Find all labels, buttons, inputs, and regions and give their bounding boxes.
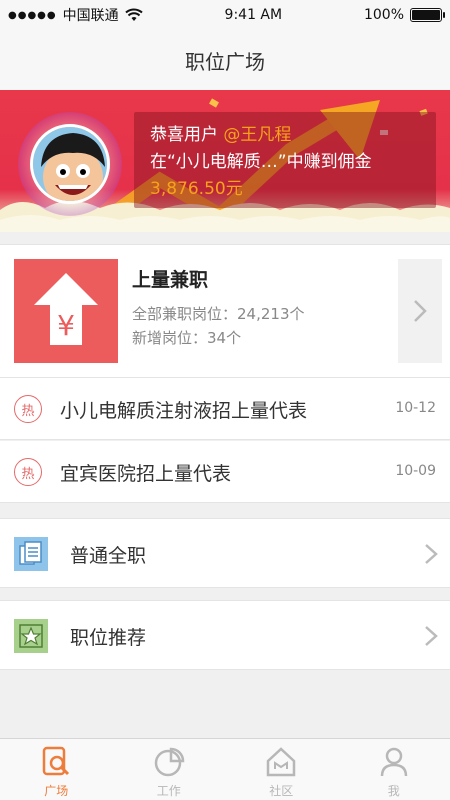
carrier-label: 中国联通 bbox=[62, 8, 119, 24]
tab-label: 广场 bbox=[44, 784, 69, 798]
promo-banner[interactable]: 恭喜用户 @王凡程 在“小儿电解质…”中赚到佣金 3,876.50元 bbox=[0, 90, 450, 232]
hot-badge: 热 bbox=[14, 458, 42, 486]
search-doc-icon bbox=[43, 746, 70, 776]
menu-item-fulltime[interactable]: 普通全职 bbox=[0, 518, 450, 588]
svg-text:¥: ¥ bbox=[57, 309, 75, 342]
yen-arrow-icon: ¥ bbox=[34, 273, 98, 345]
tab-plaza[interactable]: 广场 bbox=[0, 739, 113, 800]
status-right: 100% bbox=[363, 7, 445, 23]
tab-community[interactable]: 社区 bbox=[225, 739, 338, 800]
list-item-title: 小儿电解质注射液招上量代表 bbox=[60, 400, 308, 422]
chevron-right-icon bbox=[414, 300, 427, 322]
commission-card: 恭喜用户 @王凡程 在“小儿电解质…”中赚到佣金 3,876.50元 bbox=[134, 112, 436, 208]
new-positions: 新增岗位：34个 bbox=[132, 329, 242, 347]
part-time-title: 上量兼职 bbox=[132, 269, 209, 291]
list-item-date: 10-09 bbox=[395, 463, 436, 479]
tab-work[interactable]: 工作 bbox=[113, 739, 226, 800]
document-icon bbox=[14, 537, 48, 571]
chevron-right-icon bbox=[425, 626, 438, 646]
status-time: 9:41 AM bbox=[224, 7, 283, 23]
commission-line1: 恭喜用户 @王凡程 bbox=[150, 122, 420, 149]
total-positions: 全部兼职岗位：24,213个 bbox=[132, 305, 305, 323]
avatar[interactable] bbox=[30, 124, 110, 204]
menu-item-label: 普通全职 bbox=[70, 545, 147, 567]
pie-chart-icon bbox=[154, 747, 185, 777]
tab-label: 社区 bbox=[269, 784, 294, 798]
chevron-right-icon bbox=[425, 544, 438, 564]
battery-label: 100% bbox=[363, 7, 404, 23]
list-item[interactable]: 热 宜宾医院招上量代表 10-09 bbox=[0, 441, 450, 503]
tab-label: 工作 bbox=[156, 784, 181, 798]
list-item-title: 宜宾医院招上量代表 bbox=[60, 463, 232, 485]
commission-line2: 在“小儿电解质…”中赚到佣金 bbox=[150, 152, 372, 172]
hot-badge: 热 bbox=[14, 395, 42, 423]
list-item-date: 10-12 bbox=[395, 400, 436, 416]
tab-bar: 广场 工作 社区 我 bbox=[0, 738, 450, 800]
part-time-image: ¥ bbox=[14, 259, 118, 363]
list-item[interactable]: 热 小儿电解质注射液招上量代表 10-12 bbox=[0, 378, 450, 440]
tab-me[interactable]: 我 bbox=[338, 739, 450, 800]
signal-icon: ●●●●● bbox=[8, 9, 57, 21]
status-left: ●●●●● 中国联通 bbox=[8, 5, 143, 25]
star-badge-icon bbox=[14, 619, 48, 653]
wifi-icon bbox=[124, 8, 143, 21]
part-time-card[interactable]: ¥ 上量兼职 全部兼职岗位：24,213个 新增岗位：34个 bbox=[0, 244, 450, 378]
menu-item-recommend[interactable]: 职位推荐 bbox=[0, 600, 450, 670]
commission-user[interactable]: @王凡程 bbox=[223, 125, 291, 145]
page-title: 职位广场 bbox=[185, 49, 265, 74]
status-bar: ●●●●● 中国联通 9:41 AM 100% bbox=[0, 0, 450, 30]
nav-bar: 职位广场 bbox=[0, 30, 450, 90]
part-time-more-button[interactable] bbox=[398, 259, 442, 363]
commission-prefix: 恭喜用户 bbox=[150, 125, 218, 145]
battery-icon bbox=[410, 8, 445, 22]
home-icon bbox=[267, 747, 296, 777]
commission-amount: 3,876.50元 bbox=[150, 179, 243, 199]
tab-label: 我 bbox=[387, 784, 400, 798]
menu-item-label: 职位推荐 bbox=[70, 627, 147, 649]
person-icon bbox=[380, 747, 407, 777]
